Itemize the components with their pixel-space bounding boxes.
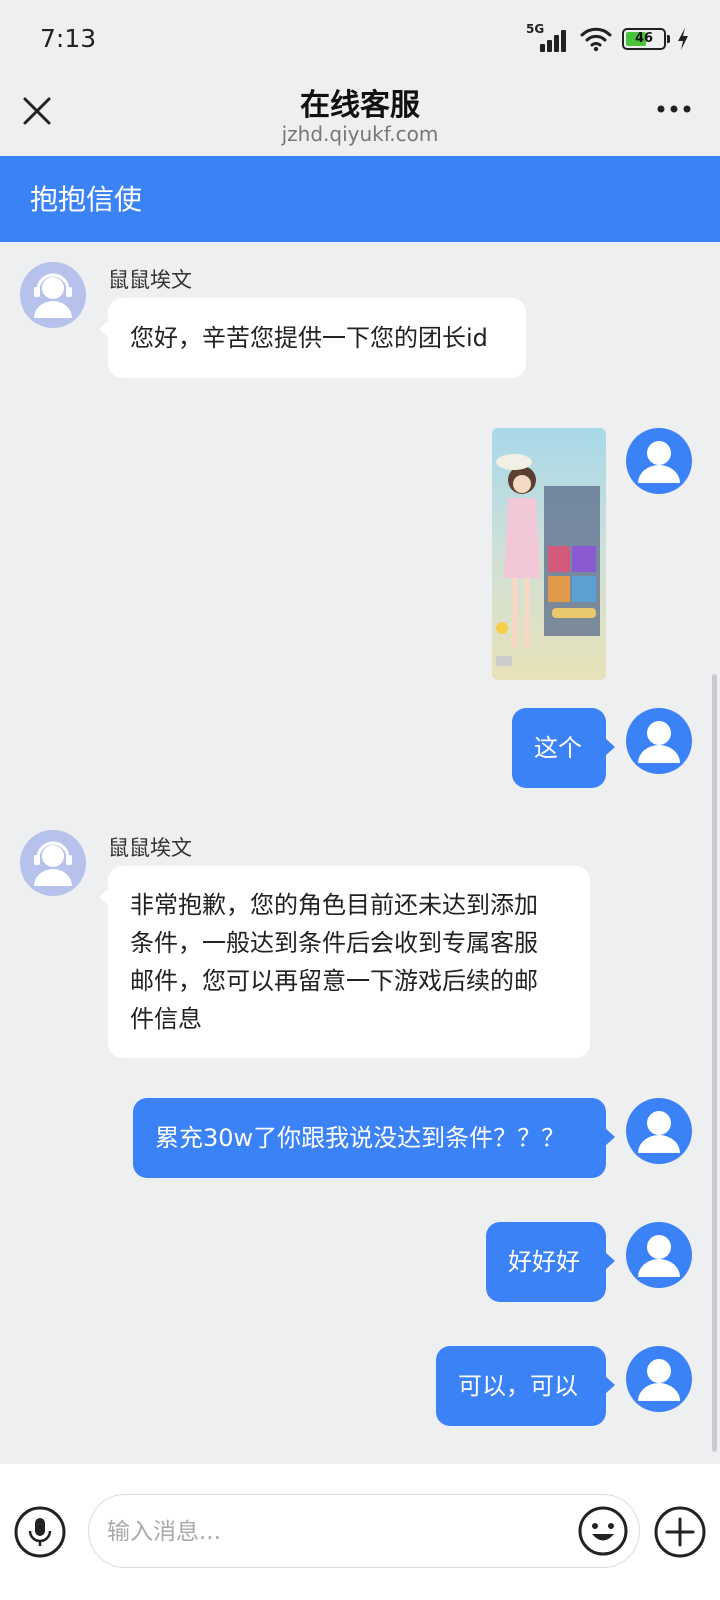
- user-avatar: [626, 1346, 692, 1412]
- user-avatar: [626, 1222, 692, 1288]
- sender-name: 鼠鼠埃文: [108, 836, 192, 860]
- status-icons: 5G 46: [526, 22, 690, 52]
- image-message[interactable]: [492, 428, 606, 680]
- channel-bar: 抱抱信使: [0, 156, 720, 242]
- add-icon[interactable]: [654, 1506, 706, 1558]
- status-bar: 7:13 5G 46: [0, 0, 720, 78]
- wifi-icon: [580, 27, 612, 52]
- agent-avatar: [20, 830, 86, 896]
- signal-icon: 5G: [526, 22, 570, 52]
- agent-avatar: [20, 262, 86, 328]
- page-title: 在线客服: [300, 88, 420, 123]
- more-icon[interactable]: [656, 102, 692, 116]
- status-time: 7:13: [40, 24, 97, 53]
- user-icon: [638, 1235, 680, 1277]
- battery-icon: 46: [622, 28, 670, 50]
- agent-headset-icon: [34, 841, 72, 886]
- user-icon: [638, 721, 680, 763]
- page-header: 在线客服 jzhd.qiyukf.com: [0, 78, 720, 156]
- user-icon: [638, 1111, 680, 1153]
- sender-name: 鼠鼠埃文: [108, 268, 192, 292]
- user-avatar: [626, 1098, 692, 1164]
- input-bar: [0, 1464, 720, 1600]
- chat-scrollbar[interactable]: [712, 674, 717, 1452]
- message-bubble[interactable]: 这个: [512, 708, 615, 788]
- user-icon: [638, 1359, 680, 1401]
- message-input-field[interactable]: [88, 1494, 640, 1568]
- message-bubble[interactable]: 您好，辛苦您提供一下您的团长id: [99, 298, 526, 378]
- game-screenshot-thumbnail: [492, 428, 606, 680]
- message-bubble[interactable]: 可以，可以: [436, 1346, 615, 1426]
- user-avatar: [626, 708, 692, 774]
- page-url: jzhd.qiyukf.com: [281, 122, 439, 146]
- user-avatar: [626, 428, 692, 494]
- agent-headset-icon: [34, 273, 72, 318]
- charging-icon: [678, 28, 688, 50]
- microphone-icon[interactable]: [14, 1506, 66, 1558]
- message-bubble[interactable]: 累充30w了你跟我说没达到条件？？？: [133, 1098, 615, 1178]
- message-bubble[interactable]: 好好好: [486, 1222, 615, 1302]
- emoji-icon[interactable]: [577, 1505, 629, 1557]
- message-input[interactable]: [107, 1513, 547, 1551]
- user-icon: [638, 441, 680, 483]
- chat-area[interactable]: 鼠鼠埃文 您好，辛苦您提供一下您的团长id 这个 鼠鼠埃文 非常抱歉，您的角色目…: [0, 242, 720, 1464]
- message-bubble[interactable]: 非常抱歉，您的角色目前还未达到添加 条件，一般达到条件后会收到专属客服 邮件，您…: [99, 866, 590, 1058]
- channel-name: 抱抱信使: [30, 183, 143, 216]
